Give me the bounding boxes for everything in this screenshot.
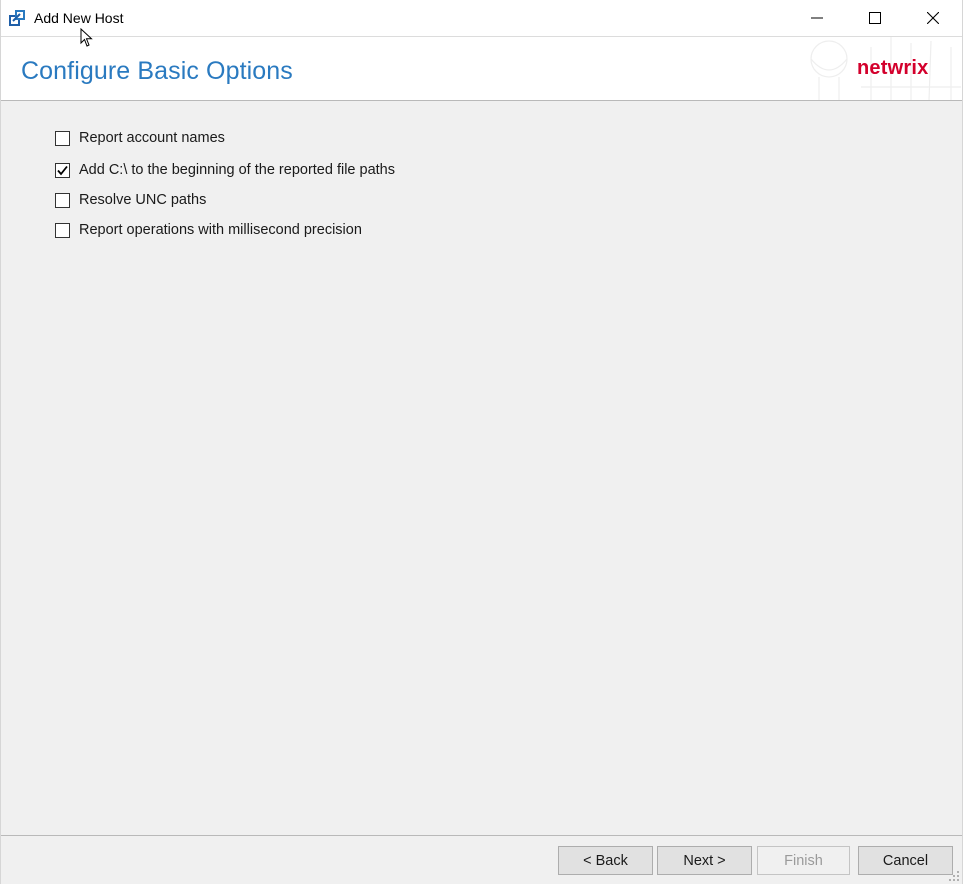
- host-app-icon: [9, 10, 25, 26]
- mouse-pointer-icon: [80, 28, 93, 47]
- millisecond-precision-checkbox[interactable]: [55, 222, 70, 238]
- minimize-icon: [811, 17, 823, 19]
- back-button[interactable]: < Back: [558, 846, 653, 875]
- wizard-header: Configure Basic Options netwrix: [1, 37, 962, 101]
- add-new-host-window: Add New Host Configure Basic Options net…: [0, 0, 963, 884]
- minimize-button[interactable]: [788, 0, 846, 36]
- option-millisecond-precision[interactable]: Report operations with millisecond preci…: [55, 220, 362, 240]
- add-c-drive-prefix-checkbox[interactable]: [55, 162, 70, 178]
- checkmark-icon: [57, 165, 68, 175]
- resize-grip-icon[interactable]: [948, 870, 960, 882]
- option-report-account-names[interactable]: Report account names: [55, 128, 225, 148]
- title-bar[interactable]: Add New Host: [1, 0, 962, 37]
- netwrix-logo: netwrix: [857, 57, 929, 79]
- option-label: Resolve UNC paths: [79, 192, 207, 208]
- close-button[interactable]: [904, 0, 962, 36]
- footer-divider: [1, 835, 962, 836]
- option-add-c-drive-prefix[interactable]: Add C:\ to the beginning of the reported…: [55, 160, 395, 180]
- maximize-icon: [869, 12, 881, 24]
- cancel-button[interactable]: Cancel: [858, 846, 953, 875]
- page-title: Configure Basic Options: [21, 57, 293, 85]
- close-icon: [927, 12, 939, 24]
- maximize-button[interactable]: [846, 0, 904, 36]
- option-label: Report account names: [79, 130, 225, 146]
- option-label: Add C:\ to the beginning of the reported…: [79, 162, 395, 178]
- finish-button: Finish: [757, 846, 850, 875]
- next-button[interactable]: Next >: [657, 846, 752, 875]
- option-label: Report operations with millisecond preci…: [79, 222, 362, 238]
- report-account-names-checkbox[interactable]: [55, 130, 70, 146]
- window-title: Add New Host: [34, 10, 124, 26]
- option-resolve-unc-paths[interactable]: Resolve UNC paths: [55, 190, 206, 210]
- resolve-unc-paths-checkbox[interactable]: [55, 192, 70, 208]
